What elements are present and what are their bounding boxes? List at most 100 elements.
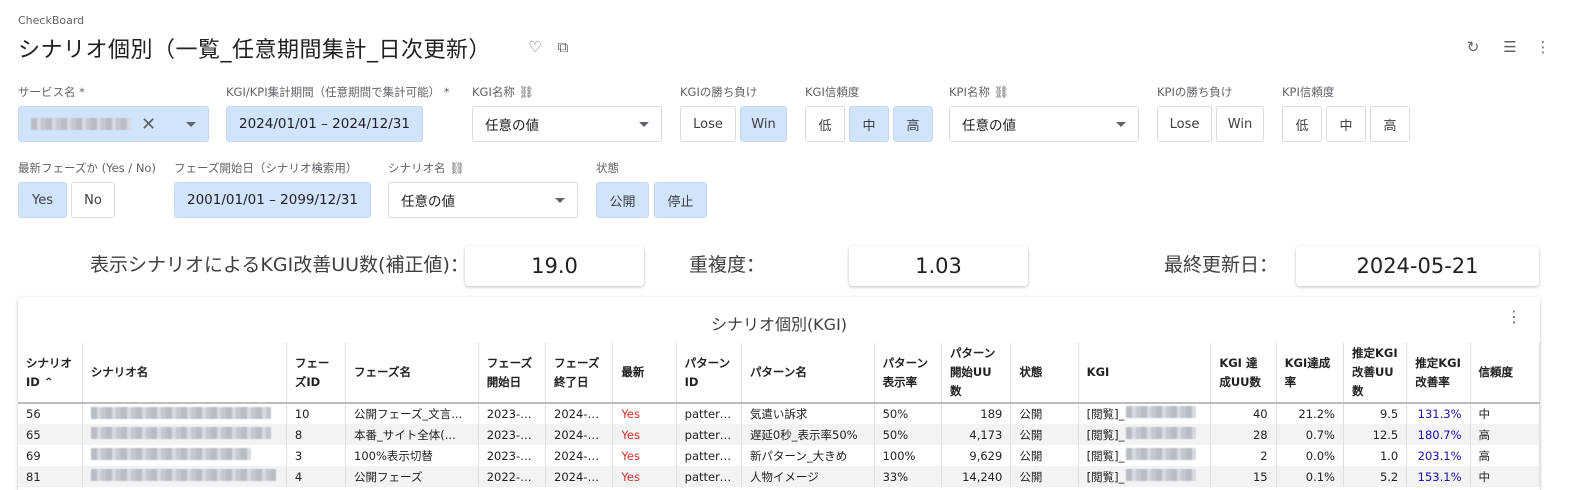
col-header-phase-id[interactable]: フェーズID [286,343,347,404]
sort-asc-icon[interactable]: ⌃ [44,375,54,389]
cell-status: 公開 [1010,445,1079,466]
kpi-trust-low-chip[interactable]: 低 [1282,106,1322,142]
kpi-trust-mid-chip[interactable]: 中 [1326,106,1366,142]
col-header-trust[interactable]: 信頼度 [1470,343,1540,404]
col-header-est-uu[interactable]: 推定KGI改善UU数 [1343,343,1408,404]
cell-phase-start: 2023-0... [478,424,547,445]
col-header-kgi-uu[interactable]: KGI 達成UU数 [1210,343,1277,404]
cell-phase-id: 4 [286,466,347,487]
last-updated-value: 2024-05-21 [1296,246,1539,286]
col-header-name[interactable]: シナリオ名 [82,343,287,404]
col-header-pattern-uu[interactable]: パターン開始UU数 [941,343,1012,404]
cell-id: 65 [18,424,83,445]
link-icon[interactable]: ⛓ [519,85,534,99]
chevron-down-icon [639,121,649,127]
service-label: サービス名 * [18,85,85,99]
cell-pattern-uu: 189 [941,403,1012,424]
link-icon[interactable]: ⛓ [450,161,465,175]
duplication-value: 1.03 [849,246,1028,286]
cell-latest: Yes [612,403,677,424]
more-vert-icon[interactable]: ⋮ [1506,309,1522,325]
phase-start-value: 2001/01/01 – 2099/12/31 [187,192,358,208]
service-select[interactable]: ✕ [18,106,209,142]
scenario-name-value: 任意の値 [401,194,455,210]
kpi-trust-high-chip[interactable]: 高 [1370,106,1410,142]
col-header-est-rate[interactable]: 推定KGI改善率 [1406,343,1471,404]
cell-trust: 中 [1470,466,1540,487]
kgi-trust-mid-chip[interactable]: 中 [849,106,889,142]
cell-pattern-name: 新パターン_大きめ [741,445,875,466]
brand-name: CheckBoard [18,14,85,27]
cell-pattern-rate: 50% [874,424,942,445]
cell-name-redacted [82,445,287,466]
status-label: 状態 [596,161,619,175]
cell-kgi: [閲覧]_ [1078,424,1212,445]
col-header-kgi[interactable]: KGI [1078,343,1212,404]
kpi-win-chip[interactable]: Win [1216,106,1264,142]
cell-phase-id: 3 [286,445,347,466]
table-row[interactable]: 81 4 公開フェーズ 2022-1... 2024-0... Yes patt… [18,466,1540,487]
status-public-chip[interactable]: 公開 [596,182,649,218]
cell-est-rate: 180.7% [1406,424,1471,445]
cell-kgi: [閲覧]_ [1078,403,1212,424]
cell-pattern-uu: 9,629 [941,445,1012,466]
chevron-down-icon[interactable] [186,121,196,127]
table-row[interactable]: 69 3 100%表示切替 2023-1... 2024-0... Yes pa… [18,445,1540,466]
kgi-lose-chip[interactable]: Lose [680,106,736,142]
col-header-phase-name[interactable]: フェーズ名 [345,343,479,404]
cell-pattern-name: 気遣い訴求 [741,403,875,424]
duplication-label: 重複度： [689,254,766,276]
cell-phase-id: 8 [286,424,347,445]
heart-icon[interactable]: ♡ [526,38,544,56]
kgi-win-chip[interactable]: Win [740,106,787,142]
latest-no-chip[interactable]: No [71,182,115,218]
cell-status: 公開 [1010,466,1079,487]
link-icon[interactable]: ⛓ [994,85,1009,99]
cell-est-rate: 131.3% [1406,403,1471,424]
refresh-icon[interactable]: ↻ [1464,38,1482,56]
table-row[interactable]: 56 10 公開フェーズ_文言... 2023-0... 2024-0... Y… [18,403,1540,424]
col-header-latest[interactable]: 最新 [612,343,677,404]
table-row[interactable]: 65 8 本番_サイト全体(... 2023-0... 2024-0... Ye… [18,424,1540,445]
cell-phase-end: 2024-0... [545,466,614,487]
service-value-redacted [31,118,131,130]
cell-status: 公開 [1010,424,1079,445]
phase-start-date-range[interactable]: 2001/01/01 – 2099/12/31 [174,182,371,218]
latest-yes-chip[interactable]: Yes [18,182,67,218]
col-header-status[interactable]: 状態 [1010,343,1079,404]
period-date-range[interactable]: 2024/01/01 – 2024/12/31 [226,106,423,142]
period-value: 2024/01/01 – 2024/12/31 [239,116,410,132]
col-header-pattern-rate[interactable]: パターン表示率 [874,343,942,404]
cell-kgi: [閲覧]_ [1078,466,1212,487]
cell-phase-end: 2024-0... [545,403,614,424]
more-vert-icon[interactable]: ⋮ [1534,38,1552,56]
kpi-win-label: KPIの勝ち負け [1157,85,1233,99]
kgi-trust-high-chip[interactable]: 高 [893,106,933,142]
improve-uu-value: 19.0 [465,246,644,286]
kpi-name-select[interactable]: 任意の値 [949,106,1139,142]
status-stop-chip[interactable]: 停止 [654,182,707,218]
cell-trust: 中 [1470,403,1540,424]
kgi-win-label: KGIの勝ち負け [680,85,758,99]
kgi-name-select[interactable]: 任意の値 [472,106,662,142]
col-header-id[interactable]: シナリオID ⌃ [18,343,83,404]
filter-icon[interactable]: ☰ [1501,38,1519,56]
col-header-pattern-id[interactable]: パターンID [676,343,742,404]
col-header-kgi-rate[interactable]: KGI達成率 [1276,343,1344,404]
cell-pattern-id: pattern1 [676,424,742,445]
scenario-table: シナリオID ⌃ シナリオ名 フェーズID フェーズ名 フェーズ開始日 フェーズ終… [18,343,1540,487]
cell-est-uu: 5.2 [1343,466,1408,487]
col-header-pattern-name[interactable]: パターン名 [741,343,875,404]
cell-phase-name: 100%表示切替 [345,445,479,466]
kgi-trust-low-chip[interactable]: 低 [805,106,845,142]
col-header-phase-end[interactable]: フェーズ終了日 [545,343,614,404]
copy-icon[interactable]: ⧉ [554,38,572,56]
cell-id: 56 [18,403,83,424]
kpi-lose-chip[interactable]: Lose [1157,106,1212,142]
scenario-name-select[interactable]: 任意の値 [388,182,578,218]
close-icon[interactable]: ✕ [141,114,156,135]
col-header-phase-start[interactable]: フェーズ開始日 [478,343,547,404]
cell-pattern-id: pattern1 [676,466,742,487]
cell-name-redacted [82,403,287,424]
table-title: シナリオ個別(KGI) [710,315,848,334]
